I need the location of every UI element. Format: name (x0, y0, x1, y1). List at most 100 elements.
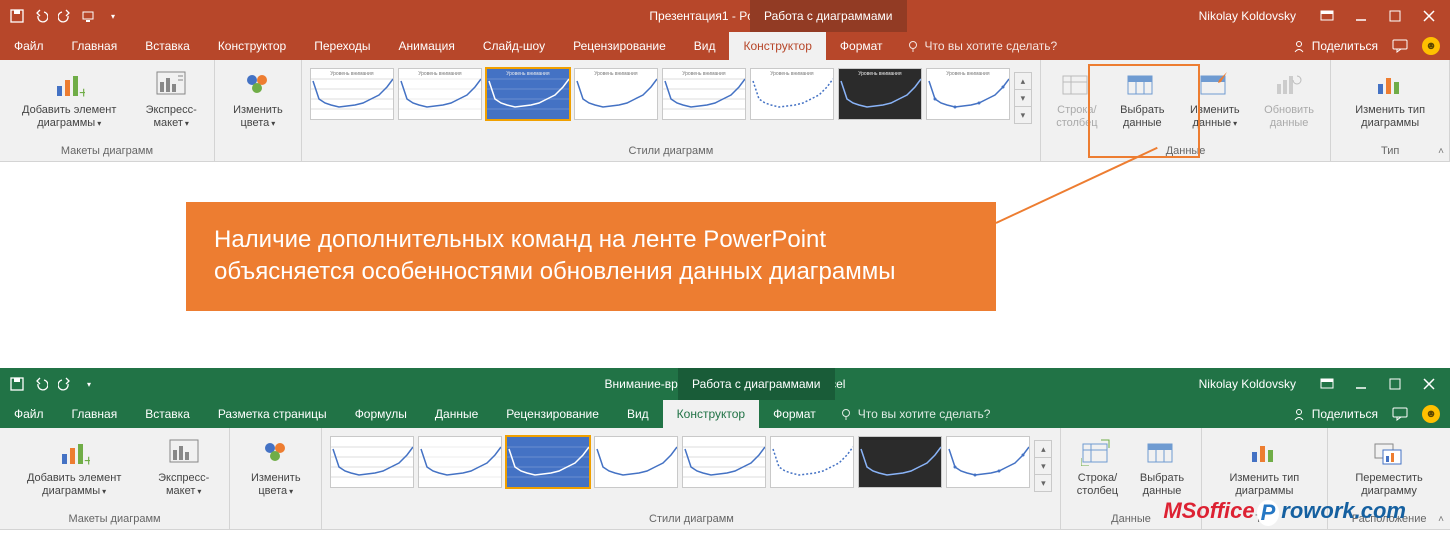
tab-chart-design[interactable]: Конструктор (729, 32, 825, 60)
chart-style-8[interactable] (946, 436, 1030, 488)
save-icon[interactable] (10, 377, 24, 391)
account-name[interactable]: Nikolay Koldovsky (1199, 9, 1296, 23)
tab-file[interactable]: Файл (0, 32, 58, 60)
gallery-scroll-up[interactable]: ▴ (1035, 441, 1051, 458)
tab-format[interactable]: Формат (759, 400, 830, 428)
tab-file[interactable]: Файл (0, 400, 58, 428)
switch-row-column-icon (1081, 436, 1113, 468)
tab-design[interactable]: Конструктор (204, 32, 300, 60)
chart-style-3[interactable]: Уровень внимания (486, 68, 570, 120)
chart-style-4[interactable] (594, 436, 678, 488)
chart-style-1[interactable] (330, 436, 414, 488)
feedback-icon[interactable]: ☻ (1422, 405, 1440, 423)
chart-style-4[interactable]: Уровень внимания (574, 68, 658, 120)
add-chart-element-button[interactable]: + Добавить элемент диаграммы▾ (8, 64, 130, 132)
qat-more-icon[interactable]: ▾ (82, 377, 96, 391)
tab-data[interactable]: Данные (421, 400, 492, 428)
maximize-icon[interactable] (1388, 377, 1402, 391)
move-chart-icon (1373, 436, 1405, 468)
feedback-icon[interactable]: ☻ (1422, 37, 1440, 55)
tab-view[interactable]: Вид (613, 400, 663, 428)
account-name[interactable]: Nikolay Koldovsky (1199, 377, 1296, 391)
tab-pagelayout[interactable]: Разметка страницы (204, 400, 341, 428)
tab-formulas[interactable]: Формулы (341, 400, 421, 428)
tab-review[interactable]: Рецензирование (492, 400, 613, 428)
select-data-button[interactable]: Выбрать данные (1111, 64, 1174, 132)
tab-transitions[interactable]: Переходы (300, 32, 384, 60)
chart-style-5[interactable] (682, 436, 766, 488)
maximize-icon[interactable] (1388, 9, 1402, 23)
group-label-layouts: Макеты диаграмм (68, 510, 160, 529)
chart-style-3[interactable] (506, 436, 590, 488)
change-colors-button[interactable]: Изменить цвета▾ (223, 64, 293, 132)
minimize-icon[interactable] (1354, 377, 1368, 391)
collapse-ribbon-icon[interactable]: ˄ (1438, 146, 1444, 157)
chart-style-7[interactable] (858, 436, 942, 488)
undo-icon[interactable] (34, 377, 48, 391)
group-label-data: Данные (1111, 510, 1151, 529)
gallery-scroll-down[interactable]: ▾ (1035, 458, 1051, 475)
group-chart-layouts: + Добавить элемент диаграммы▾ Экспресс-м… (0, 428, 230, 529)
switch-row-column-button[interactable]: Строка/ столбец (1069, 432, 1125, 500)
tab-chart-design[interactable]: Конструктор (663, 400, 759, 428)
move-chart-button[interactable]: Переместить диаграмму (1336, 432, 1442, 500)
comments-icon[interactable] (1392, 407, 1408, 421)
change-chart-type-button[interactable]: Изменить тип диаграммы (1210, 432, 1320, 500)
powerpoint-window: ▾ Презентация1 - PowerPoint Работа с диа… (0, 0, 1450, 162)
lightbulb-icon (840, 408, 852, 420)
edit-data-button[interactable]: Изменить данные▾ (1180, 64, 1250, 132)
change-chart-type-button[interactable]: Изменить тип диаграммы (1339, 64, 1441, 132)
add-chart-element-button[interactable]: + Добавить элемент диаграммы▾ (8, 432, 140, 500)
tab-home[interactable]: Главная (58, 32, 132, 60)
tab-view[interactable]: Вид (680, 32, 730, 60)
gallery-expand[interactable]: ▾ (1035, 475, 1051, 491)
save-icon[interactable] (10, 9, 24, 23)
tab-insert[interactable]: Вставка (131, 32, 204, 60)
undo-icon[interactable] (34, 9, 48, 23)
tab-slideshow[interactable]: Слайд-шоу (469, 32, 559, 60)
select-data-button[interactable]: Выбрать данные (1131, 432, 1192, 500)
start-from-beginning-icon[interactable] (82, 9, 96, 23)
tell-me-search[interactable]: Что вы хотите сделать? (830, 400, 1001, 428)
gallery-scroll-up[interactable]: ▴ (1015, 73, 1031, 90)
chart-style-8[interactable]: Уровень внимания (926, 68, 1010, 120)
change-colors-button[interactable]: Изменить цвета▾ (238, 432, 313, 500)
gallery-scroll-down[interactable]: ▾ (1015, 90, 1031, 107)
chart-style-1[interactable]: Уровень внимания (310, 68, 394, 120)
comments-icon[interactable] (1392, 39, 1408, 53)
chart-style-2[interactable]: Уровень внимания (398, 68, 482, 120)
chart-styles-more: ▴ ▾ ▾ (1014, 72, 1032, 124)
tab-home[interactable]: Главная (58, 400, 132, 428)
qat-more-icon[interactable]: ▾ (106, 9, 120, 23)
tell-me-search[interactable]: Что вы хотите сделать? (897, 32, 1068, 60)
chart-style-2[interactable] (418, 436, 502, 488)
group-chart-data: Строка/ столбец Выбрать данные Данные (1061, 428, 1201, 529)
refresh-data-button: Обновить данные (1256, 64, 1322, 132)
ribbon-display-options-icon[interactable] (1320, 9, 1334, 23)
group-label-styles: Стили диаграмм (628, 142, 713, 161)
share-icon (1292, 39, 1306, 53)
gallery-expand[interactable]: ▾ (1015, 107, 1031, 123)
share-button[interactable]: Поделиться (1292, 407, 1378, 421)
tab-insert[interactable]: Вставка (131, 400, 204, 428)
close-icon[interactable] (1422, 9, 1436, 23)
minimize-icon[interactable] (1354, 9, 1368, 23)
chart-style-7[interactable]: Уровень внимания (838, 68, 922, 120)
ribbon-display-options-icon[interactable] (1320, 377, 1334, 391)
tab-review[interactable]: Рецензирование (559, 32, 680, 60)
group-chart-layouts: + Добавить элемент диаграммы▾ Экспресс-м… (0, 60, 215, 161)
close-icon[interactable] (1422, 377, 1436, 391)
tab-format[interactable]: Формат (826, 32, 897, 60)
tab-animations[interactable]: Анимация (385, 32, 469, 60)
tell-me-label: Что вы хотите сделать? (925, 39, 1058, 53)
quick-layout-button[interactable]: Экспресс-макет▾ (136, 64, 205, 132)
quick-layout-icon (155, 68, 187, 100)
chart-style-5[interactable]: Уровень внимания (662, 68, 746, 120)
redo-icon[interactable] (58, 9, 72, 23)
quick-layout-button[interactable]: Экспресс-макет▾ (146, 432, 221, 500)
chart-style-6[interactable] (770, 436, 854, 488)
share-button[interactable]: Поделиться (1292, 39, 1378, 53)
chart-style-6[interactable]: Уровень внимания (750, 68, 834, 120)
redo-icon[interactable] (58, 377, 72, 391)
collapse-ribbon-icon[interactable]: ˄ (1438, 514, 1444, 525)
